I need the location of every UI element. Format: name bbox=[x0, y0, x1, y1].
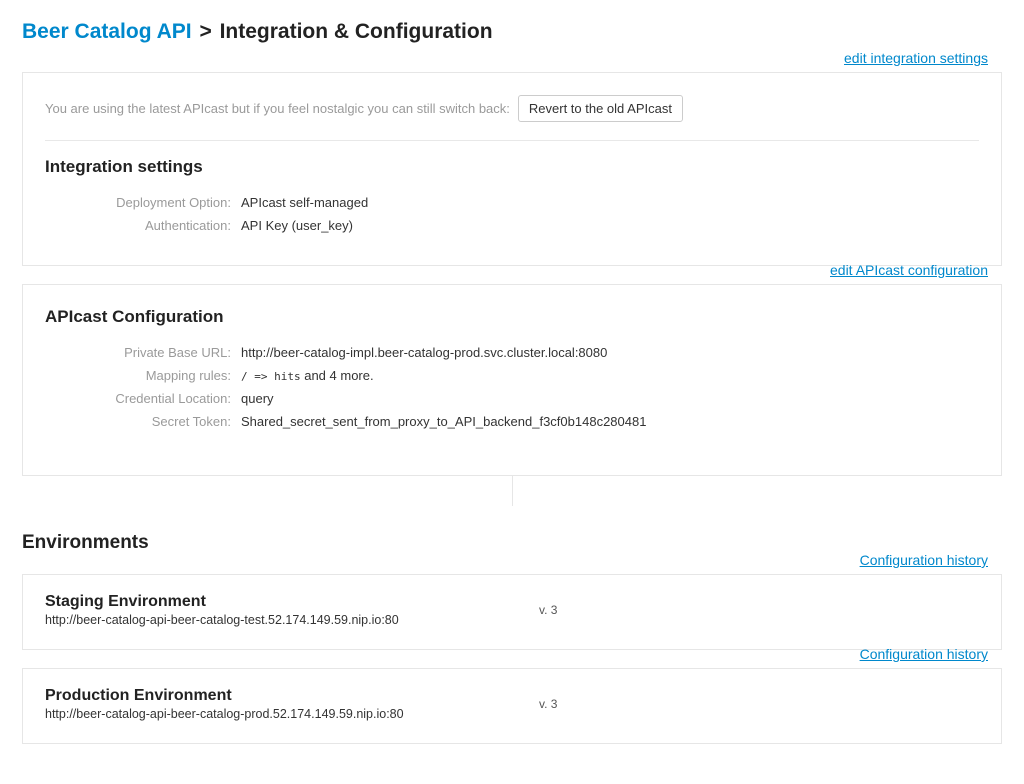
deployment-option-value: APIcast self-managed bbox=[241, 191, 979, 214]
breadcrumb-current: Integration & Configuration bbox=[220, 20, 493, 43]
mapping-rules-code: / => hits bbox=[241, 370, 301, 383]
secret-token-label: Secret Token: bbox=[45, 410, 241, 433]
staging-env-title: Staging Environment bbox=[45, 593, 535, 611]
production-config-history-link[interactable]: Configuration history bbox=[860, 646, 988, 662]
private-base-url-value: http://beer-catalog-impl.beer-catalog-pr… bbox=[241, 341, 979, 364]
mapping-rules-suffix: and 4 more. bbox=[301, 368, 374, 383]
credential-location-value: query bbox=[241, 387, 979, 410]
revert-apicast-button[interactable]: Revert to the old APIcast bbox=[518, 95, 683, 122]
staging-environment-card: Staging Environment http://beer-catalog-… bbox=[22, 574, 1002, 650]
breadcrumb-separator: > bbox=[197, 20, 213, 43]
secret-token-value: Shared_secret_sent_from_proxy_to_API_bac… bbox=[241, 410, 979, 433]
apicast-notice-text: You are using the latest APIcast but if … bbox=[45, 101, 510, 116]
staging-config-history-link[interactable]: Configuration history bbox=[860, 552, 988, 568]
credential-location-label: Credential Location: bbox=[45, 387, 241, 410]
edit-integration-settings-link[interactable]: edit integration settings bbox=[844, 50, 988, 66]
edit-apicast-configuration-link[interactable]: edit APIcast configuration bbox=[830, 262, 988, 278]
deployment-option-label: Deployment Option: bbox=[45, 191, 241, 214]
integration-settings-title: Integration settings bbox=[45, 157, 979, 177]
authentication-label: Authentication: bbox=[45, 214, 241, 237]
integration-settings-card: You are using the latest APIcast but if … bbox=[22, 72, 1002, 266]
production-env-url: http://beer-catalog-api-beer-catalog-pro… bbox=[45, 707, 535, 721]
mapping-rules-value: / => hits and 4 more. bbox=[241, 364, 979, 387]
production-env-title: Production Environment bbox=[45, 687, 535, 705]
environments-heading: Environments bbox=[22, 532, 1002, 554]
breadcrumb-api-link[interactable]: Beer Catalog API bbox=[22, 20, 192, 43]
staging-env-version: v. 3 bbox=[535, 603, 557, 617]
production-env-version: v. 3 bbox=[535, 697, 557, 711]
authentication-value: API Key (user_key) bbox=[241, 214, 979, 237]
divider bbox=[512, 476, 1002, 506]
apicast-config-title: APIcast Configuration bbox=[45, 307, 979, 327]
production-environment-card: Production Environment http://beer-catal… bbox=[22, 668, 1002, 744]
apicast-config-card: APIcast Configuration Private Base URL: … bbox=[22, 284, 1002, 476]
private-base-url-label: Private Base URL: bbox=[45, 341, 241, 364]
mapping-rules-label: Mapping rules: bbox=[45, 364, 241, 387]
staging-env-url: http://beer-catalog-api-beer-catalog-tes… bbox=[45, 613, 535, 627]
breadcrumb: Beer Catalog API > Integration & Configu… bbox=[22, 20, 1002, 44]
